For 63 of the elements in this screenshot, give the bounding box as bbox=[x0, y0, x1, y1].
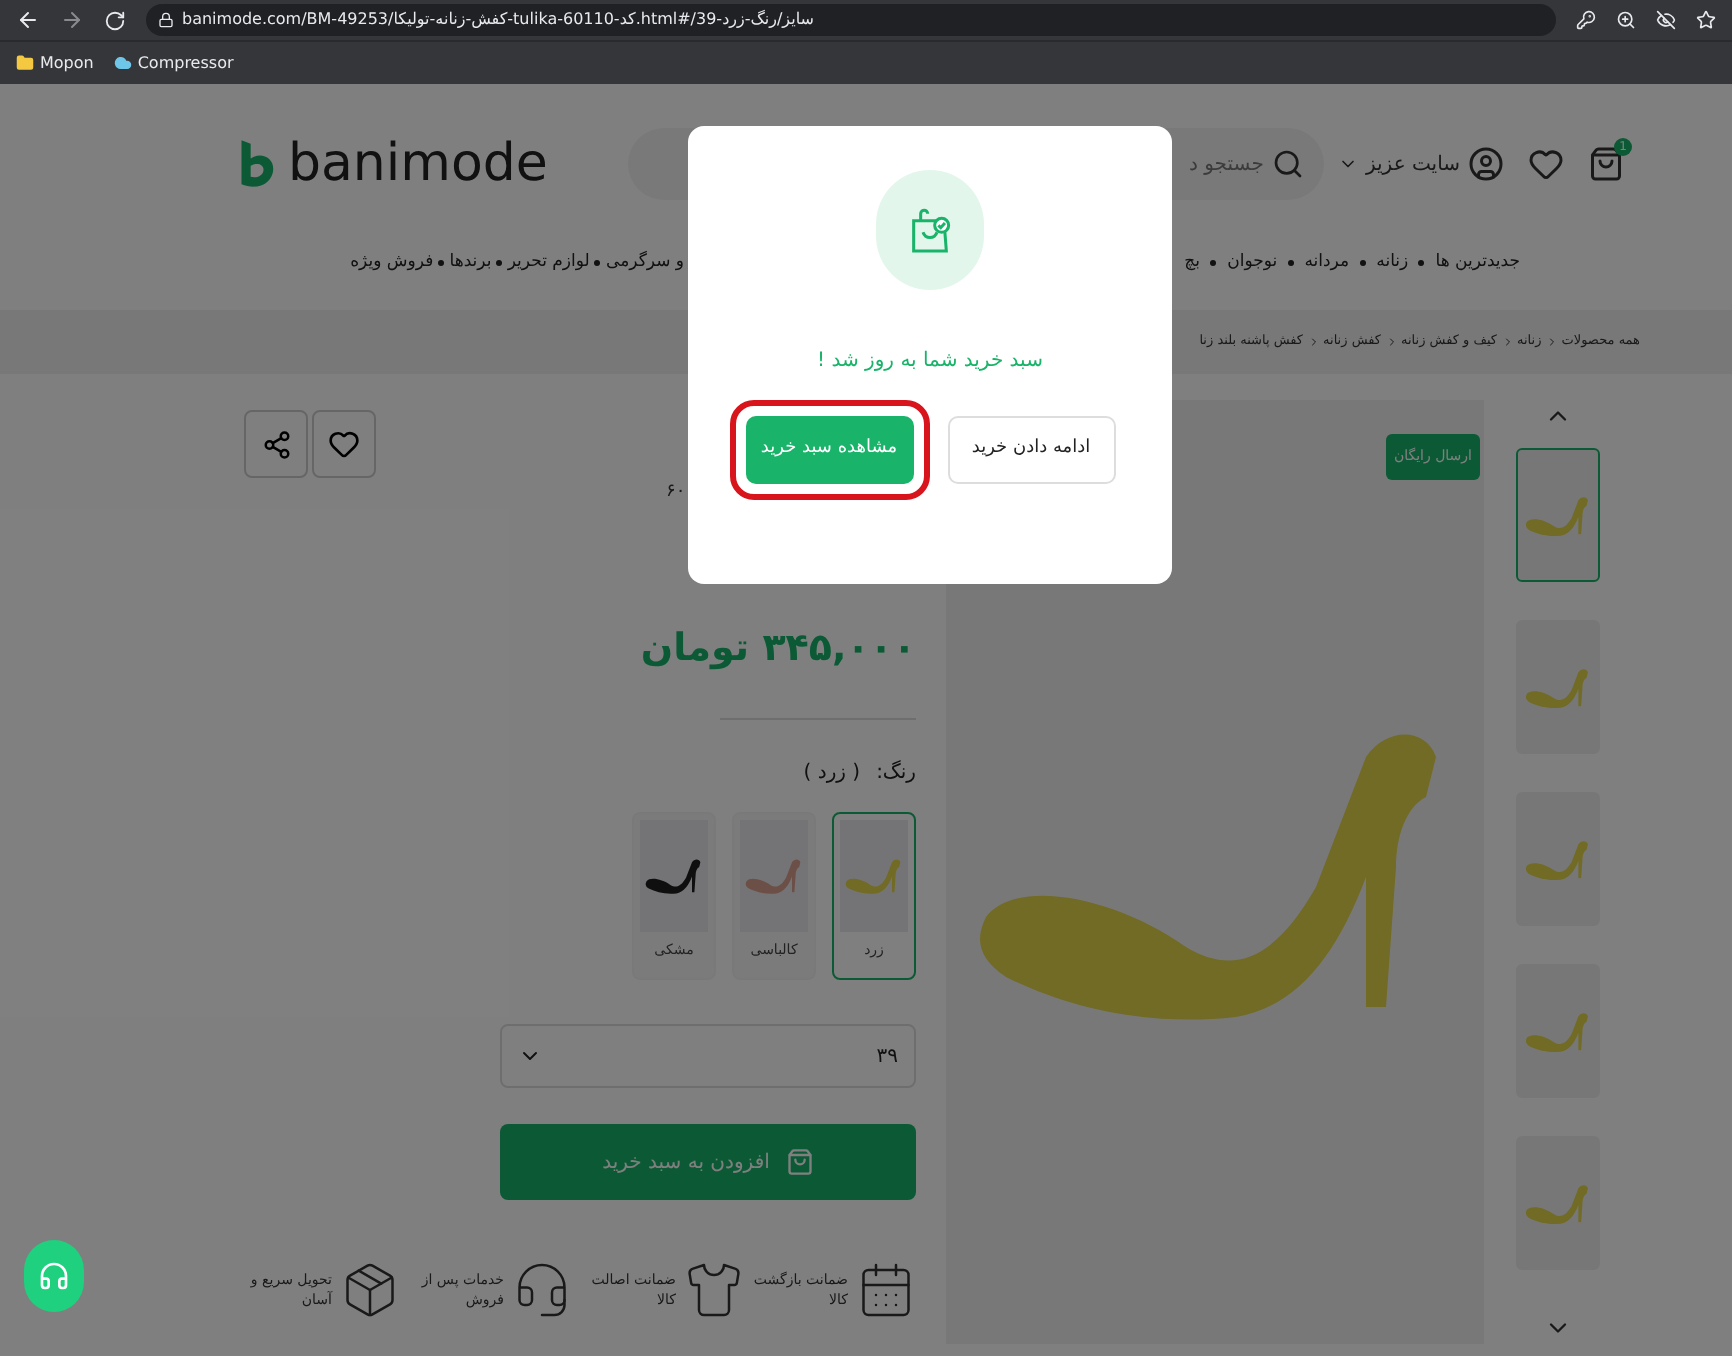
package-icon bbox=[340, 1260, 400, 1320]
heart-icon bbox=[328, 428, 360, 460]
size-select[interactable]: ۳۹ bbox=[500, 1024, 916, 1088]
color-value: ( زرد ) bbox=[803, 760, 861, 788]
nav-link[interactable]: و سرگرمی bbox=[606, 249, 684, 275]
url-text: banimode.com/BM-49253/کفش-زنانه-تولیکا-tulika-60110-کد.html#/39-سایز/رنگ-زرد bbox=[182, 8, 814, 32]
chevron-icon bbox=[1307, 336, 1320, 348]
shoe-drawing bbox=[1525, 840, 1588, 880]
shoe-drawing bbox=[1525, 1012, 1588, 1052]
color-label: رنگ: bbox=[876, 758, 916, 788]
nav-link[interactable]: لوازم تحریر bbox=[507, 249, 590, 275]
search-placeholder: جستجو د bbox=[1189, 151, 1264, 179]
shoe-drawing bbox=[645, 859, 701, 894]
bookmark-link[interactable]: Compressor bbox=[113, 51, 234, 75]
continue-shopping-button[interactable]: ادامه دادن خرید bbox=[947, 416, 1115, 484]
account-menu[interactable]: سایت عزیز bbox=[1338, 146, 1504, 182]
share-button[interactable] bbox=[244, 410, 308, 478]
eye-off-icon[interactable] bbox=[1656, 10, 1676, 30]
bookmark-link[interactable]: Mopon bbox=[16, 51, 94, 75]
heart-icon[interactable] bbox=[1528, 146, 1564, 182]
view-cart-button[interactable]: مشاهده سبد خرید bbox=[745, 416, 913, 484]
thumbnail[interactable] bbox=[1516, 448, 1600, 582]
cart-updated-message: سبد خرید شما به روز شد ! bbox=[817, 348, 1043, 376]
cart-icon[interactable] bbox=[1588, 146, 1624, 182]
back-icon[interactable] bbox=[16, 8, 40, 32]
forward-icon[interactable] bbox=[60, 8, 84, 32]
price: ۳۴۵,۰۰۰ تومان bbox=[640, 624, 916, 674]
nav-link[interactable]: برندها bbox=[449, 249, 492, 275]
calendar-icon bbox=[856, 1260, 916, 1320]
chevron-icon bbox=[1545, 336, 1558, 348]
nav-link[interactable]: فروش ویژه bbox=[350, 249, 434, 275]
shoe-drawing bbox=[1525, 668, 1588, 708]
size-value: ۳۹ bbox=[876, 1043, 898, 1071]
wishlist-button[interactable] bbox=[312, 410, 376, 478]
address-bar[interactable]: banimode.com/BM-49253/کفش-زنانه-تولیکا-tulika-60110-کد.html#/39-سایز/رنگ-زرد bbox=[146, 4, 1556, 36]
support-button[interactable] bbox=[24, 1240, 84, 1312]
nav-link[interactable]: زنانه bbox=[1376, 249, 1409, 275]
shirt-icon bbox=[684, 1260, 744, 1320]
shoe-drawing bbox=[745, 859, 801, 894]
nav-link[interactable]: نوجوان bbox=[1227, 249, 1278, 275]
zoom-icon[interactable] bbox=[1616, 10, 1636, 30]
chevron-icon bbox=[1501, 336, 1514, 348]
key-icon[interactable] bbox=[1576, 10, 1596, 30]
lock-icon bbox=[158, 12, 174, 28]
nav-link[interactable]: جدیدترین ها bbox=[1435, 249, 1520, 275]
shoe-drawing bbox=[1525, 496, 1588, 536]
search-icon bbox=[1271, 148, 1304, 180]
nav-link[interactable]: مردانه bbox=[1304, 249, 1350, 275]
user-icon bbox=[1468, 146, 1504, 182]
product-title: ۶۰ bbox=[666, 480, 686, 506]
shoe-drawing bbox=[1525, 1184, 1588, 1224]
shoe-drawing bbox=[845, 859, 901, 894]
chevron-icon bbox=[1385, 336, 1397, 348]
bookmark-star-icon[interactable] bbox=[1696, 10, 1716, 30]
logo-text: banimode bbox=[288, 138, 548, 190]
bag-icon bbox=[785, 1148, 814, 1176]
headphones-icon bbox=[38, 1260, 70, 1292]
reload-icon[interactable] bbox=[104, 9, 126, 31]
cloud-icon bbox=[113, 54, 132, 72]
headset-icon bbox=[512, 1260, 572, 1320]
nav-link[interactable]: بچ bbox=[1184, 249, 1200, 275]
folder-icon bbox=[16, 54, 34, 72]
share-icon bbox=[261, 429, 291, 459]
